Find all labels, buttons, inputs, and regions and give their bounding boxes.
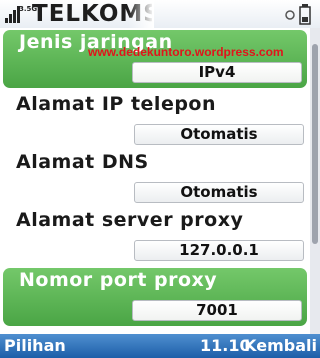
settings-list: Jenis jaringan IPv4 Alamat IP telepon Ot… [0,28,310,334]
setting-network-type[interactable]: Jenis jaringan IPv4 [3,30,307,88]
setting-label: Nomor port proxy [19,269,218,291]
setting-proxy-port[interactable]: Nomor port proxy 7001 [3,268,307,326]
back-softkey[interactable]: Kembali [244,336,317,355]
watermark-text: www.dedekuntoro.wordpress.com [88,45,284,59]
clock: 11.10 [200,336,251,355]
signal-bars-icon [5,6,20,23]
setting-value[interactable]: 7001 [132,300,302,321]
operator-fade [128,0,154,28]
options-softkey[interactable]: Pilihan [4,336,66,355]
setting-value[interactable]: Otomatis [134,182,304,203]
setting-value[interactable]: 127.0.0.1 [134,240,304,261]
setting-phone-ip[interactable]: Alamat IP telepon Otomatis [0,92,310,150]
setting-proxy-server[interactable]: Alamat server proxy 127.0.0.1 [0,208,310,266]
setting-label: Alamat server proxy [16,209,244,231]
setting-dns-address[interactable]: Alamat DNS Otomatis [0,150,310,208]
setting-label: Alamat IP telepon [16,93,217,115]
setting-label: Alamat DNS [16,151,149,173]
battery-icon [285,4,311,25]
setting-value[interactable]: IPv4 [132,62,302,83]
scrollbar[interactable] [310,28,320,334]
softkey-bar: Pilihan 11.10 Kembali [0,334,320,358]
scroll-thumb[interactable] [312,44,318,244]
status-bar: 3.5G TELKOMSEL [0,0,320,28]
setting-value[interactable]: Otomatis [134,124,304,145]
